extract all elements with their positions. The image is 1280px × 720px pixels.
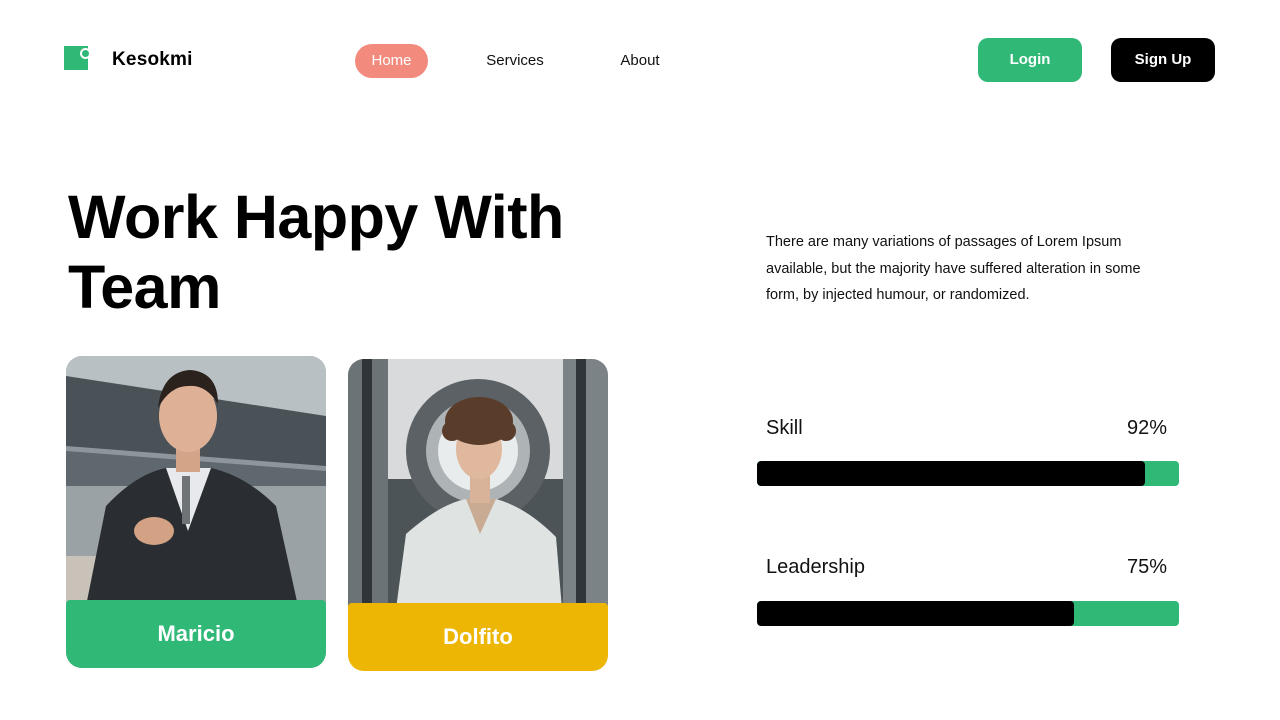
leadership-progress-fill xyxy=(757,601,1074,626)
hero-description: There are many variations of passages of… xyxy=(766,234,1141,303)
skill-label: Skill xyxy=(766,417,803,439)
team-card-dolfito[interactable]: Dolfito xyxy=(348,359,608,671)
brand-name[interactable]: Kesokmi xyxy=(112,49,193,71)
leadership-progress-bar xyxy=(757,601,1179,626)
skill-progress-fill xyxy=(757,461,1146,486)
team-card-maricio[interactable]: Maricio xyxy=(66,356,326,668)
team-name-label: Maricio xyxy=(66,600,326,668)
hero-title-line-1: Work Happy With xyxy=(68,183,564,251)
hero-title-line-2: Team xyxy=(68,253,221,321)
logo-dot xyxy=(80,48,91,59)
skill-progress-bar xyxy=(757,461,1179,486)
team-name-label: Dolfito xyxy=(348,603,608,671)
skill-percent: 92% xyxy=(1126,417,1167,439)
leadership-label: Leadership xyxy=(766,556,865,578)
signup-button[interactable]: Sign Up xyxy=(1111,38,1215,82)
nav-services-link[interactable]: Services xyxy=(478,44,552,78)
login-button[interactable]: Login xyxy=(978,38,1082,82)
nav-home-link[interactable]: Home xyxy=(355,44,428,78)
logo-icon[interactable] xyxy=(64,46,91,72)
leadership-percent: 75% xyxy=(1126,556,1167,578)
nav-about-link[interactable]: About xyxy=(612,44,668,78)
hero-title: Work Happy With Team xyxy=(68,182,628,322)
